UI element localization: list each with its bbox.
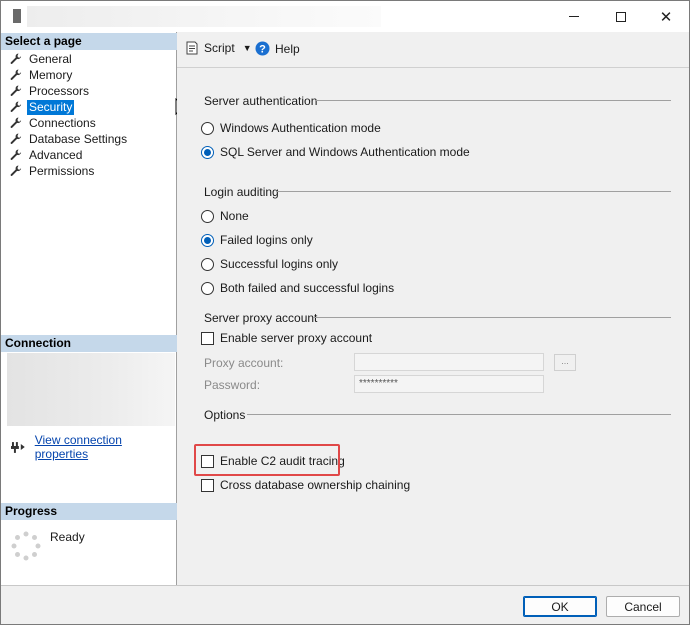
audit-both-label: Both failed and successful logins [220,281,395,295]
proxy-account-label: Proxy account: [204,356,284,370]
cross-db-checkbox-row[interactable]: Cross database ownership chaining [201,478,410,492]
progress-status: Ready [50,530,85,544]
audit-both-radio-row[interactable]: Both failed and successful logins [201,281,394,295]
close-icon: ✕ [659,7,673,26]
nav-item-permissions[interactable]: Permissions [10,163,96,179]
proxy-account-input[interactable] [354,353,544,371]
server-properties-dialog: ✕ Select a page General Memory Processor… [0,0,690,625]
wrench-icon [10,101,22,112]
audit-successful-label: Successful logins only [220,257,339,271]
nav-item-label: Advanced [29,147,83,162]
mixed-auth-radio[interactable] [201,145,214,159]
audit-failed-radio[interactable] [201,233,214,247]
nav-item-connections[interactable]: Connections [10,115,98,131]
c2-audit-highlight-box [194,444,340,476]
nav-item-label: Permissions [29,163,95,178]
progress-spinner-icon [11,531,41,561]
nav-item-advanced[interactable]: Advanced [10,147,84,163]
chevron-down-icon[interactable]: ▼ [243,43,252,53]
left-pane: Select a page General Memory Processors … [1,32,177,585]
windows-auth-radio-row[interactable]: Windows Authentication mode [201,121,381,135]
svg-text:?: ? [259,44,266,56]
connection-header: Connection [1,335,177,352]
nav-item-memory[interactable]: Memory [10,67,74,83]
nav-item-security[interactable]: Security [10,99,75,115]
options-group-label: Options [204,408,246,422]
mixed-auth-radio-row[interactable]: SQL Server and Windows Authentication mo… [201,145,470,159]
audit-successful-radio-row[interactable]: Successful logins only [201,257,338,271]
nav-item-label: Database Settings [29,131,128,146]
enable-proxy-label: Enable server proxy account [220,331,373,345]
help-icon: ? [255,41,270,56]
audit-failed-radio-row[interactable]: Failed logins only [201,233,313,247]
group-divider [247,414,671,415]
audit-none-radio[interactable] [201,209,214,223]
toolbar: Script ▼ ? Help [177,32,689,68]
windows-auth-label: Windows Authentication mode [220,121,381,135]
server-proxy-group-label: Server proxy account [204,311,318,325]
wrench-icon [10,117,22,128]
progress-header: Progress [1,503,177,520]
select-page-header: Select a page [1,33,177,50]
group-divider [315,100,671,101]
connection-info-redacted [7,353,175,426]
connection-plug-icon [11,442,25,453]
script-button[interactable]: Script ▼ [185,41,252,55]
minimize-button[interactable] [551,1,597,32]
windows-auth-radio[interactable] [201,121,214,135]
nav-item-label: Memory [29,67,73,82]
view-connection-properties-row: View connection properties [11,433,176,461]
help-button[interactable]: ? Help [255,41,300,56]
minimize-icon [569,16,579,17]
nav-item-label: Connections [29,115,96,130]
audit-none-label: None [220,209,249,223]
help-label: Help [275,41,300,56]
mixed-auth-label: SQL Server and Windows Authentication mo… [220,145,470,159]
audit-failed-label: Failed logins only [220,233,313,247]
view-connection-properties-link[interactable]: View connection properties [35,433,176,461]
nav-item-database-settings[interactable]: Database Settings [10,131,129,147]
security-page-content: Server authentication Windows Authentica… [177,68,689,585]
window-title-redacted [27,6,381,27]
audit-both-radio[interactable] [201,281,214,295]
nav-item-label: Processors [29,83,90,98]
title-bar: ✕ [1,1,689,32]
wrench-icon [10,149,22,160]
login-auditing-group-label: Login auditing [204,185,279,199]
ok-button[interactable]: OK [523,596,597,617]
group-divider [276,191,671,192]
nav-item-label: General [29,51,72,66]
wrench-icon [10,53,22,64]
cross-db-label: Cross database ownership chaining [220,478,411,492]
script-label: Script [204,41,235,55]
browse-proxy-button[interactable]: ... [554,354,576,371]
enable-proxy-checkbox[interactable] [201,331,214,345]
group-divider [313,317,671,318]
enable-proxy-checkbox-row[interactable]: Enable server proxy account [201,331,372,345]
server-authentication-group-label: Server authentication [204,94,318,108]
nav-item-label-selected: Security [27,99,75,115]
cancel-button[interactable]: Cancel [606,596,680,617]
wrench-icon [10,85,22,96]
nav-item-processors[interactable]: Processors [10,83,91,99]
script-icon [186,41,198,55]
app-icon [13,9,21,23]
maximize-icon [616,11,626,22]
password-label: Password: [204,378,261,392]
wrench-icon [10,69,22,80]
cross-db-checkbox[interactable] [201,478,214,492]
audit-successful-radio[interactable] [201,257,214,271]
maximize-button[interactable] [598,1,644,32]
nav-item-general[interactable]: General [10,51,74,67]
wrench-icon [10,133,22,144]
dialog-footer: OK Cancel [1,585,689,624]
wrench-icon [10,165,22,176]
audit-none-radio-row[interactable]: None [201,209,249,223]
close-button[interactable]: ✕ [643,1,689,32]
password-input[interactable]: ********** [354,375,544,393]
